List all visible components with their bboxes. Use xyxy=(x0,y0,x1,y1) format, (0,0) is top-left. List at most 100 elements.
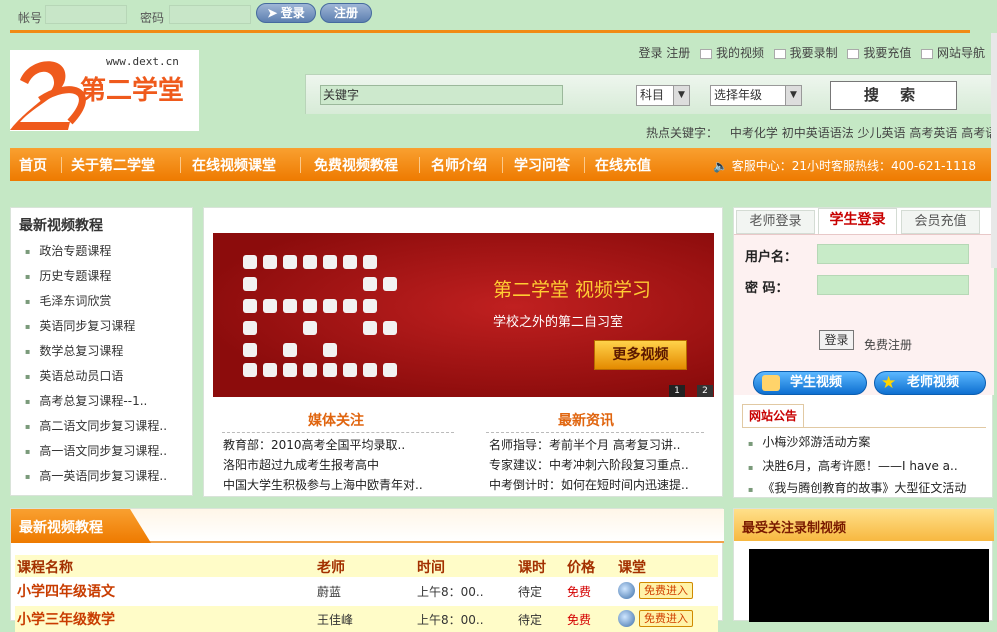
list-item[interactable]: 高一英语同步复习课程.. xyxy=(25,467,167,492)
notice-item[interactable]: ▪ 小梅沙郊游活动方案 xyxy=(748,433,870,450)
play-icon[interactable] xyxy=(618,610,635,627)
teacher-video-button[interactable]: ★ 老师视频 xyxy=(874,371,986,395)
news-item[interactable]: 中考倒计时：如何在短时间内迅速提.. xyxy=(489,476,689,493)
play-icon[interactable] xyxy=(618,582,635,599)
video-player[interactable] xyxy=(749,549,989,622)
banner-title: 第二学堂 视频学习 xyxy=(493,279,652,301)
middle-panel: 第二学堂 视频学习 学校之外的第二自习室 更多视频 1 2 媒体关注 最新资讯 … xyxy=(203,207,723,497)
register-link[interactable]: 免费注册 xyxy=(864,336,912,353)
list-item[interactable]: 数学总复习课程 xyxy=(25,342,167,367)
divider xyxy=(486,432,704,433)
course-name[interactable]: 小学三年级数学 xyxy=(17,609,115,629)
top-login-button[interactable]: ➤ 登录 xyxy=(256,3,316,23)
media-item[interactable]: 教育部：2010高考全国平均录取.. xyxy=(223,436,405,453)
course-time: 上午8：00.. xyxy=(417,585,484,599)
col-teacher: 老师 xyxy=(317,560,345,576)
list-item[interactable]: 高一语文同步复习课程.. xyxy=(25,442,167,467)
username-field[interactable] xyxy=(817,244,969,264)
latest-video-list: 最新视频教程 政治专题课程 历史专题课程 毛泽东词欣赏 英语同步复习课程 数学总… xyxy=(10,207,193,496)
teacher-name: 王佳峰 xyxy=(317,613,354,627)
banner-page-1[interactable]: 1 xyxy=(669,385,685,397)
search-input[interactable]: 关键字 xyxy=(320,85,563,105)
nav-free-video[interactable]: 免费视频教程 xyxy=(314,155,398,175)
hot-keyword[interactable]: 中考化学 xyxy=(730,126,778,140)
list-item[interactable]: 英语总动员口语 xyxy=(25,367,167,392)
news-title: 最新资讯 xyxy=(558,413,614,429)
chevron-down-icon: ▼ xyxy=(673,86,689,105)
scrollbar[interactable] xyxy=(991,33,997,268)
list-item[interactable]: 毛泽东词欣赏 xyxy=(25,292,167,317)
nav-recharge[interactable]: 在线充值 xyxy=(595,155,651,175)
more-videos-button[interactable]: 更多视频 xyxy=(594,340,687,370)
nav-home[interactable]: 首页 xyxy=(19,155,47,175)
list-item[interactable]: 高考总复习课程--1.. xyxy=(25,392,167,417)
free-enter-button[interactable]: 免费进入 xyxy=(639,582,693,599)
student-login-form: 用户名： 密 码： 登录 免费注册 学生视频 ★ 老师视频 xyxy=(734,234,994,395)
notice-title: 网站公告 xyxy=(742,404,804,428)
tab-member-recharge[interactable]: 会员充值 xyxy=(901,210,980,234)
nav-about[interactable]: 关于第二学堂 xyxy=(71,155,155,175)
checkbox-icon xyxy=(700,48,713,59)
list-item[interactable]: 历史专题课程 xyxy=(25,267,167,292)
tab-student-login[interactable]: 学生登录 xyxy=(818,208,897,235)
divider xyxy=(222,432,454,433)
list-item[interactable]: 政治专题课程 xyxy=(25,242,167,267)
notice-item[interactable]: ▪ 《我与腾创教育的故事》大型征文活动 xyxy=(748,479,966,496)
divider xyxy=(742,427,986,428)
course-time: 上午8：00.. xyxy=(417,613,484,627)
banner[interactable]: 第二学堂 视频学习 学校之外的第二自习室 更多视频 1 2 xyxy=(213,233,714,397)
notice-item[interactable]: ▪ 决胜6月，高考许愿！——I have a.. xyxy=(748,457,958,474)
media-item[interactable]: 洛阳市超过九成考生报考高中 xyxy=(223,456,379,473)
link-my-video[interactable]: 我的视频 xyxy=(716,46,764,60)
logo[interactable]: www.dext.cn 第二学堂 xyxy=(10,50,199,131)
media-item[interactable]: 中国大学生积极参与上海中欧青年对.. xyxy=(223,476,423,493)
nav-qa[interactable]: 学习问答 xyxy=(514,155,570,175)
list-item[interactable]: 英语同步复习课程 xyxy=(25,317,167,342)
password-field[interactable] xyxy=(817,275,969,295)
grade-select[interactable]: 选择年级 ▼ xyxy=(710,85,802,106)
news-item[interactable]: 名师指导：考前半个月 高考复习讲.. xyxy=(489,436,680,453)
nav-teachers[interactable]: 名师介绍 xyxy=(431,155,487,175)
link-site-nav[interactable]: 网站导航 xyxy=(937,46,985,60)
tab-teacher-login[interactable]: 老师登录 xyxy=(736,210,815,234)
arrow-icon: ➤ xyxy=(267,6,278,20)
news-item[interactable]: 专家建议：中考冲刺六阶段复习重点.. xyxy=(489,456,689,473)
star-icon: ★ xyxy=(881,373,897,393)
hot-keyword[interactable]: 少儿英语 xyxy=(858,126,906,140)
nav-separator xyxy=(419,157,420,173)
dropdown-icon[interactable] xyxy=(773,48,786,59)
col-hours: 课时 xyxy=(518,560,546,576)
section-header: 最受关注录制视频 xyxy=(734,509,994,541)
link-record[interactable]: 我要录制 xyxy=(790,46,838,60)
account-input[interactable] xyxy=(45,5,127,24)
search-button[interactable]: 搜 索 xyxy=(830,81,957,110)
checkbox-icon xyxy=(921,48,934,59)
dropdown-icon[interactable] xyxy=(847,48,860,59)
banner-page-2[interactable]: 2 xyxy=(697,385,713,397)
logo-url: www.dext.cn xyxy=(106,55,179,68)
hotline: 🔈 客服中心：21小时客服热线：400-621-1118 xyxy=(712,159,976,173)
col-time: 时间 xyxy=(417,560,445,576)
nav-online-video[interactable]: 在线视频课堂 xyxy=(192,155,276,175)
list-item[interactable]: 高二语文同步复习课程.. xyxy=(25,417,167,442)
hot-keyword[interactable]: 高考英语 xyxy=(909,126,957,140)
course-price: 免费 xyxy=(567,613,592,627)
col-classroom: 课堂 xyxy=(618,560,646,576)
course-name[interactable]: 小学四年级语文 xyxy=(17,581,115,601)
link-recharge[interactable]: 我要充值 xyxy=(863,46,911,60)
student-video-button[interactable]: 学生视频 xyxy=(753,371,867,395)
top-register-button[interactable]: 注册 xyxy=(320,3,372,23)
divider xyxy=(10,30,970,33)
col-price: 价格 xyxy=(567,560,595,576)
password-input[interactable] xyxy=(169,5,251,24)
top-login-bar: 帐号 密码 ➤ 登录 注册 xyxy=(0,0,997,30)
link-login[interactable]: 登录 xyxy=(638,46,662,60)
free-enter-button[interactable]: 免费进入 xyxy=(639,610,693,627)
section-title: 最受关注录制视频 xyxy=(742,521,847,536)
nav-separator xyxy=(584,157,585,173)
link-register[interactable]: 注册 xyxy=(666,46,690,60)
subject-select[interactable]: 科目 ▼ xyxy=(636,85,690,106)
login-button[interactable]: 登录 xyxy=(819,330,854,350)
hot-keywords: 热点关键字： 中考化学 初中英语语法 少儿英语 高考英语 高考语 xyxy=(646,124,997,141)
hot-keyword[interactable]: 初中英语语法 xyxy=(782,126,854,140)
